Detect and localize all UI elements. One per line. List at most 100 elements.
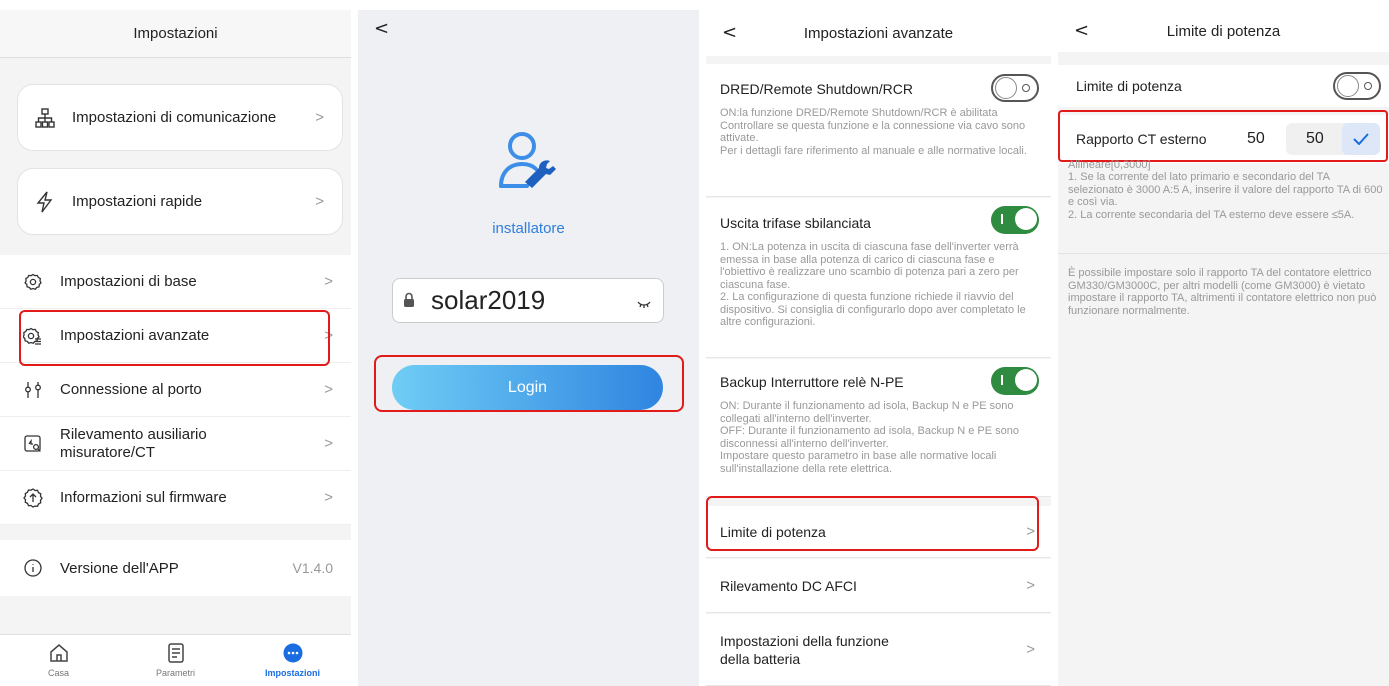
section-description: ON:la funzione DRED/Remote Shutdown/RCR … bbox=[720, 107, 1027, 157]
document-icon bbox=[167, 643, 185, 665]
tab-casa[interactable]: Casa bbox=[19, 643, 99, 678]
tab-label: Impostazioni bbox=[264, 668, 320, 678]
meter-ct-detection-item[interactable]: Rilevamento ausiliario misuratore/CT > bbox=[0, 417, 351, 471]
login-button[interactable]: Login bbox=[392, 365, 663, 410]
section-description: ON: Durante il funzionamento ad isola, B… bbox=[720, 400, 1019, 475]
more-icon bbox=[283, 643, 303, 665]
lock-icon bbox=[403, 292, 415, 313]
card-label: Impostazioni di comunicazione bbox=[72, 109, 277, 126]
dc-afci-item[interactable]: Rilevamento DC AFCI > bbox=[706, 559, 1051, 613]
back-button[interactable]: < bbox=[722, 22, 737, 43]
ct-ratio-value: 50 bbox=[1247, 130, 1265, 147]
advanced-settings-screen: < Impostazioni avanzate DRED/Remote Shut… bbox=[706, 10, 1051, 686]
list-item-label: Connessione al porto bbox=[60, 381, 202, 398]
chevron-right-icon: > bbox=[315, 193, 324, 210]
meter-search-icon bbox=[22, 433, 44, 455]
version-value: V1.4.0 bbox=[292, 560, 333, 576]
off-mark-icon bbox=[1364, 82, 1372, 90]
section-title: Uscita trifase sbilanciata bbox=[720, 215, 871, 231]
section-title: DRED/Remote Shutdown/RCR bbox=[720, 81, 913, 97]
battery-function-item[interactable]: Impostazioni della funzione della batter… bbox=[706, 614, 1051, 686]
on-mark-icon bbox=[1001, 375, 1003, 385]
toggle-knob bbox=[1015, 369, 1037, 391]
port-icon bbox=[22, 379, 44, 401]
confirm-check-icon[interactable] bbox=[1342, 123, 1380, 155]
home-icon bbox=[49, 643, 69, 665]
back-button[interactable]: < bbox=[374, 18, 389, 39]
firmware-upload-icon bbox=[22, 487, 44, 509]
page-title: Impostazioni bbox=[133, 25, 218, 42]
chevron-right-icon: > bbox=[324, 381, 333, 398]
version-label: Versione dell'APP bbox=[60, 559, 179, 577]
ct-ratio-input[interactable]: 50 bbox=[1286, 123, 1380, 155]
section-description: 1. ON:La potenza in uscita di ciascuna f… bbox=[720, 241, 1026, 328]
login-screen: < installatore solar2019 Login bbox=[358, 10, 699, 686]
app-version-row: Versione dell'APP V1.4.0 bbox=[0, 540, 351, 596]
unbalanced-output-section: Uscita trifase sbilanciata 1. ON:La pote… bbox=[706, 198, 1051, 358]
backup-relay-section: Backup Interruttore relè N-PE ON: Durant… bbox=[706, 359, 1051, 497]
power-limit-toggle[interactable] bbox=[1333, 72, 1381, 100]
chevron-right-icon: > bbox=[324, 489, 333, 506]
power-limit-screen: < Limite di potenza Limite di potenza Ra… bbox=[1058, 10, 1389, 686]
tab-impostazioni[interactable]: Impostazioni bbox=[253, 643, 333, 678]
gear-icon bbox=[22, 271, 44, 293]
switch-label: Limite di potenza bbox=[1076, 78, 1182, 94]
settings-screen: Impostazioni Impostazioni di comunicazio… bbox=[0, 10, 351, 686]
divider bbox=[1058, 253, 1389, 254]
ct-input-value: 50 bbox=[1306, 130, 1324, 147]
basic-settings-item[interactable]: Impostazioni di base > bbox=[0, 255, 351, 309]
settings-header: Impostazioni bbox=[0, 10, 351, 58]
nav-label: Rilevamento DC AFCI bbox=[720, 577, 857, 594]
advanced-header: < Impostazioni avanzate bbox=[706, 10, 1051, 56]
port-connection-item[interactable]: Connessione al porto > bbox=[0, 363, 351, 417]
chevron-right-icon: > bbox=[1026, 523, 1035, 540]
chevron-right-icon: > bbox=[324, 435, 333, 452]
chevron-right-icon: > bbox=[324, 273, 333, 290]
page-title: Impostazioni avanzate bbox=[803, 24, 954, 42]
chevron-right-icon: > bbox=[324, 327, 333, 344]
toggle-knob bbox=[1015, 208, 1037, 230]
list-item-label: Impostazioni avanzate bbox=[60, 327, 210, 344]
quick-settings-card[interactable]: Impostazioni rapide > bbox=[17, 168, 343, 235]
role-label: installatore bbox=[492, 220, 565, 237]
power-limit-item[interactable]: Limite di potenza > bbox=[706, 506, 1051, 558]
section-title: Backup Interruttore relè N-PE bbox=[720, 374, 904, 390]
chevron-right-icon: > bbox=[1026, 577, 1035, 594]
ct-ratio-label: Rapporto CT esterno bbox=[1076, 131, 1207, 147]
back-button[interactable]: < bbox=[1074, 20, 1089, 41]
on-mark-icon bbox=[1001, 214, 1003, 224]
unbalanced-output-toggle[interactable] bbox=[991, 206, 1039, 234]
dred-toggle[interactable] bbox=[991, 74, 1039, 102]
chevron-right-icon: > bbox=[1026, 641, 1035, 658]
toggle-knob bbox=[995, 77, 1017, 99]
power-limit-switch-row: Limite di potenza bbox=[1058, 65, 1389, 107]
list-item-label: Informazioni sul firmware bbox=[60, 489, 227, 506]
bottom-tab-bar: Casa Parametri Impostazioni bbox=[0, 634, 351, 686]
advanced-settings-item[interactable]: Impostazioni avanzate > bbox=[0, 309, 351, 363]
meter-footnote: È possibile impostare solo il rapporto T… bbox=[1068, 267, 1377, 317]
power-limit-header: < Limite di potenza bbox=[1058, 10, 1389, 52]
communication-settings-card[interactable]: Impostazioni di comunicazione > bbox=[17, 84, 343, 151]
tab-label: Parametri bbox=[155, 668, 195, 678]
backup-relay-toggle[interactable] bbox=[991, 367, 1039, 395]
settings-list: Impostazioni di base > Impostazioni avan… bbox=[0, 255, 351, 525]
ct-range: Allineare[0,3000] bbox=[1068, 159, 1151, 171]
network-icon bbox=[34, 107, 56, 129]
eye-closed-icon[interactable] bbox=[637, 296, 651, 314]
nav-label: Impostazioni della funzione della batter… bbox=[720, 632, 889, 667]
tab-parametri[interactable]: Parametri bbox=[136, 643, 216, 678]
page-title: Limite di potenza bbox=[1166, 22, 1281, 40]
firmware-info-item[interactable]: Informazioni sul firmware > bbox=[0, 471, 351, 525]
list-item-label: Rilevamento ausiliario misuratore/CT bbox=[60, 425, 207, 461]
lightning-icon bbox=[34, 191, 56, 213]
chevron-right-icon: > bbox=[315, 109, 324, 126]
ct-ratio-row: Rapporto CT esterno 50 50 bbox=[1058, 115, 1389, 163]
toggle-knob bbox=[1337, 75, 1359, 97]
advanced-gear-icon bbox=[22, 325, 44, 347]
info-icon bbox=[22, 557, 44, 579]
version-section: Versione dell'APP V1.4.0 bbox=[0, 540, 351, 596]
ct-help-text: 1. Se la corrente del lato primario e se… bbox=[1068, 171, 1383, 221]
installer-avatar-icon bbox=[498, 130, 560, 197]
password-field[interactable]: solar2019 bbox=[392, 278, 664, 323]
tab-label: Casa bbox=[47, 668, 69, 678]
